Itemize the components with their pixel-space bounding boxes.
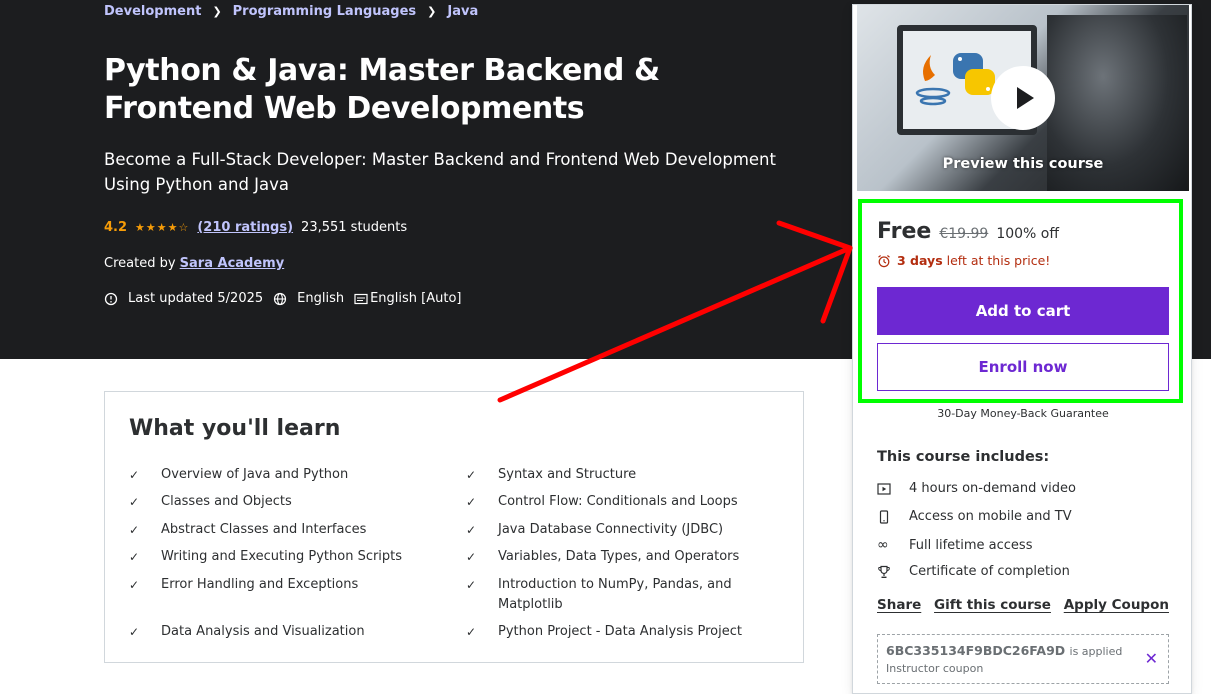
include-item-certificate: Certificate of completion [877,564,1070,579]
check-icon: ✓ [466,495,477,509]
check-icon: ✓ [129,625,140,639]
trophy-icon [878,565,890,578]
learn-item: ✓ Overview of Java and Python [129,465,411,485]
created-by-row: Created by Sara Academy [104,256,284,271]
check-icon: ✓ [466,468,477,482]
coupon-code: 6BC335134F9BDC26FA9D [886,643,1066,658]
students-count: 23,551 students [301,220,408,235]
course-title: Python & Java: Master Backend & Frontend… [104,53,660,126]
learn-item: ✓ Classes and Objects [129,492,411,512]
annotation-highlight-box [858,199,1183,403]
apply-coupon-link[interactable]: Apply Coupon [1064,597,1169,613]
course-language: English [297,291,345,306]
include-item-mobile: Access on mobile and TV [877,509,1072,524]
check-icon: ✓ [129,578,140,592]
learn-item: ✓ Java Database Connectivity (JDBC) [466,520,748,540]
chevron-right-icon: ❯ [212,5,222,18]
preview-course-label[interactable]: Preview this course [857,156,1189,172]
mobile-icon [879,509,889,524]
rating-row: 4.2 ★★★★☆ (210 ratings) 23,551 students [104,220,407,235]
check-icon: ✓ [129,468,140,482]
captions-icon [354,293,368,304]
learn-item: ✓ Python Project - Data Analysis Project [466,622,748,642]
breadcrumb: Development ❯ Programming Languages ❯ Ja… [104,4,478,19]
chevron-right-icon: ❯ [427,5,437,18]
learn-item: ✓ Control Flow: Conditionals and Loops [466,492,748,512]
globe-icon [274,292,287,305]
alert-badge-icon [104,292,118,305]
rating-value: 4.2 [104,220,128,235]
course-includes-title: This course includes: [877,449,1050,465]
course-subtitle: Become a Full-Stack Developer: Master Ba… [104,150,776,194]
money-back-guarantee: 30-Day Money-Back Guarantee [937,407,1109,420]
include-item-video: 4 hours on-demand video [877,481,1076,496]
applied-coupon-box: 6BC335134F9BDC26FA9D is applied Instruct… [877,634,1169,684]
check-icon: ✓ [129,550,140,564]
breadcrumb-java[interactable]: Java [447,4,478,19]
course-meta-row: Last updated 5/2025 English English [Aut… [104,291,462,306]
learn-item: ✓ Variables, Data Types, and Operators [466,547,748,567]
ratings-count-link[interactable]: (210 ratings) [197,220,293,235]
check-icon: ✓ [129,495,140,509]
breadcrumb-programming-languages[interactable]: Programming Languages [233,4,417,19]
created-by-label: Created by [104,256,176,271]
check-icon: ✓ [466,625,477,639]
course-preview-video[interactable]: Preview this course [857,5,1189,191]
star-rating-icon: ★★★★☆ [135,221,190,234]
share-link[interactable]: Share [877,597,921,613]
coupon-type-label: Instructor coupon [886,662,984,675]
learn-item: ✓ Error Handling and Exceptions [129,575,411,595]
check-icon: ✓ [129,523,140,537]
learn-item: ✓ Writing and Executing Python Scripts [129,547,411,567]
coupon-code-line: 6BC335134F9BDC26FA9D is applied [886,643,1122,658]
infinity-icon: ∞ [877,537,889,553]
what-youll-learn-box: What you'll learn ✓ Overview of Java and … [104,391,804,663]
author-link[interactable]: Sara Academy [180,256,285,271]
video-icon [877,482,891,495]
include-item-lifetime: ∞ Full lifetime access [877,537,1033,553]
course-captions: English [Auto] [370,291,462,306]
play-icon[interactable] [991,66,1055,130]
close-icon[interactable]: ✕ [1145,649,1158,668]
check-icon: ✓ [466,550,477,564]
last-updated: Last updated 5/2025 [128,291,264,306]
learn-item: ✓ Introduction to NumPy, Pandas, and Matp… [466,575,748,615]
breadcrumb-development[interactable]: Development [104,4,201,19]
learn-title: What you'll learn [129,416,341,441]
learn-item: ✓ Data Analysis and Visualization [129,622,411,642]
learn-item: ✓ Abstract Classes and Interfaces [129,520,411,540]
check-icon: ✓ [466,578,477,592]
learn-item: ✓ Syntax and Structure [466,465,748,485]
check-icon: ✓ [466,523,477,537]
coupon-applied-text: is applied [1069,645,1123,658]
sidebar-links: Share Gift this course Apply Coupon [877,597,1169,613]
gift-course-link[interactable]: Gift this course [934,597,1051,613]
